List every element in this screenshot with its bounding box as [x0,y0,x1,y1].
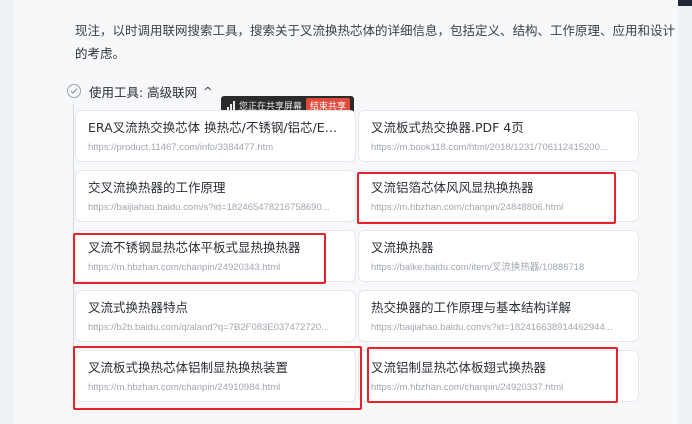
paragraph-line-cut: 现注，以时调用联网搜索工具，搜索关于叉流换热芯体的详细信息，包括定义、结构、工作… [75,23,676,38]
result-title: 热交换器的工作原理与基本结构详解 [371,300,572,315]
result-title: ERA叉流热交换芯体 换热芯/不锈钢/铝芯/ERA叉... [88,120,343,135]
result-card[interactable]: 叉流板式换热芯体铝制显热换热装置 https://m.hbzhan.com/ch… [75,350,356,402]
result-card[interactable]: 叉流不锈钢显热芯体平板式显热换热器 https://m.hbzhan.com/c… [75,230,356,282]
result-url: https://baijiahao.baidu.com/s?id=1824654… [88,202,330,213]
result-card[interactable]: 叉流式换热器特点 https://b2b.baidu.com/q/aland?q… [75,290,356,342]
result-title: 叉流板式热交换器.PDF 4页 [371,120,524,135]
result-url: https://product.11467.com/info/3384477.h… [88,142,274,153]
result-title: 叉流板式换热芯体铝制显热换热装置 [88,360,289,375]
result-card[interactable]: 叉流换热器 https://baike.baidu.com/item/叉流换热器… [358,230,639,282]
tool-label: 使用工具: 高级联网 [89,85,198,100]
timeline-line [73,104,74,404]
result-url: https://m.book118.com/html/2018/1231/706… [371,142,608,153]
result-title: 叉流铝制显热芯体板翅式换热器 [371,360,547,375]
result-title: 叉流换热器 [371,240,434,255]
result-url: https://m.hbzhan.com/chanpin/24920337.ht… [371,382,564,393]
result-card[interactable]: 叉流板式热交换器.PDF 4页 https://m.book118.com/ht… [358,110,639,162]
result-title: 叉流不锈钢显热芯体平板式显热换热器 [88,240,301,255]
result-url: https://m.hbzhan.com/chanpin/24910984.ht… [88,382,281,393]
result-card[interactable]: 叉流铝箔芯体风风显热换热器 https://m.hbzhan.com/chanp… [358,170,639,222]
step-check-icon [67,84,81,98]
result-url: https://baijiahao.baidu.com/s?id=1824166… [371,322,613,333]
result-card[interactable]: ERA叉流热交换芯体 换热芯/不锈钢/铝芯/ERA叉... https://pr… [75,110,356,162]
tool-header[interactable]: 使用工具: 高级联网 ^ [89,82,212,101]
result-url: https://m.hbzhan.com/chanpin/24848806.ht… [371,202,564,213]
collapse-chevron-icon[interactable]: ^ [203,85,212,98]
result-title: 叉流铝箔芯体风风显热换热器 [371,180,534,195]
result-card[interactable]: 叉流铝制显热芯体板翅式换热器 https://m.hbzhan.com/chan… [358,350,639,402]
result-card[interactable]: 热交换器的工作原理与基本结构详解 https://baijiahao.baidu… [358,290,639,342]
result-url: https://baike.baidu.com/item/叉流换热器/10886… [371,262,585,273]
result-title: 交叉流换热器的工作原理 [88,180,226,195]
chat-panel: 现注，以时调用联网搜索工具，搜索关于叉流换热芯体的详细信息，包括定义、结构、工作… [14,0,678,424]
paragraph-line-end: 的考虑。 [75,46,126,61]
signal-bars-icon [227,100,235,110]
result-card[interactable]: 交叉流换热器的工作原理 https://baijiahao.baidu.com/… [75,170,356,222]
result-url: https://m.hbzhan.com/chanpin/24920343.ht… [88,262,281,273]
result-title: 叉流式换热器特点 [88,300,189,315]
result-url: https://b2b.baidu.com/q/aland?q=7B2F083E… [88,322,330,333]
